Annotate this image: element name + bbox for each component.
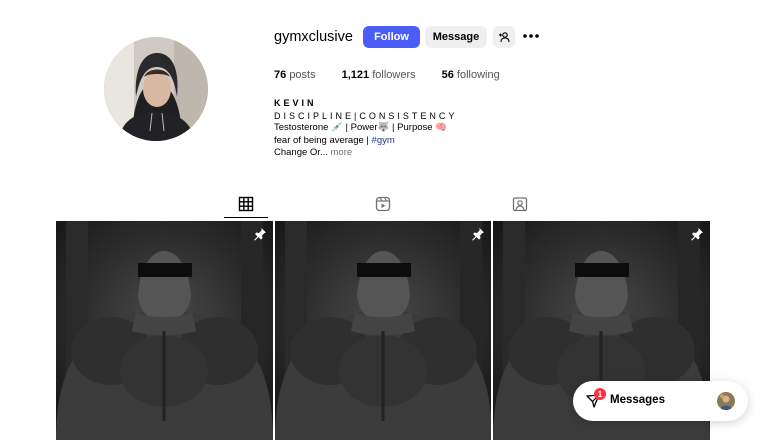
bio-more-link[interactable]: more <box>328 147 353 158</box>
wolf-emoji: 🐺 <box>377 122 390 133</box>
bio-name: KEVIN <box>274 98 317 108</box>
brain-emoji: 🧠 <box>435 122 448 133</box>
bio-text: Testosterone <box>274 122 332 133</box>
following-count: 56 <box>441 69 454 81</box>
follow-button[interactable]: Follow <box>363 26 420 48</box>
bio-line-1: DISCIPLINE|CONSISTENCY <box>274 110 458 121</box>
more-options-icon[interactable] <box>522 31 540 41</box>
messages-label: Messages <box>610 394 665 406</box>
active-tab-indicator <box>224 217 268 218</box>
bio-line-3: fear of being average | #gym <box>274 135 457 148</box>
followers-count: 1,121 <box>341 69 370 81</box>
messages-button[interactable]: 1 Messages <box>573 381 748 421</box>
posts-grid-icon[interactable] <box>238 196 254 212</box>
hashtag-link[interactable]: #gym <box>372 135 395 146</box>
post-thumbnail[interactable] <box>274 221 492 440</box>
tagged-icon[interactable] <box>512 196 528 212</box>
bio-text: | Power <box>342 122 378 133</box>
suggest-user-button[interactable] <box>493 26 515 48</box>
following-stat[interactable]: 56 following <box>442 69 500 81</box>
followers-label: followers <box>372 69 416 81</box>
following-label: following <box>456 69 500 81</box>
pinned-icon <box>472 228 485 241</box>
profile-username: gymxclusive <box>274 29 353 45</box>
posts-stat: 76 posts <box>274 69 316 81</box>
profile-stats: 76 posts 1,121 followers 56 following <box>274 69 526 81</box>
profile-avatar[interactable] <box>104 37 208 141</box>
followers-stat[interactable]: 1,121 followers <box>342 69 416 81</box>
pinned-icon <box>253 228 266 241</box>
bio-text: Change Or... <box>274 147 328 158</box>
syringe-emoji: 💉 <box>331 122 343 133</box>
pinned-icon <box>690 228 703 241</box>
bio-text: fear of being average | <box>274 134 372 146</box>
bio-text: | Purpose <box>389 122 436 133</box>
profile-tabs <box>56 188 710 218</box>
profile-bio: KEVIN DISCIPLINE|CONSISTENCY Testosteron… <box>274 97 457 160</box>
post-image <box>274 221 492 440</box>
reels-icon[interactable] <box>375 196 391 212</box>
bio-line-2: Testosterone 💉 | Power🐺 | Purpose 🧠 <box>274 122 457 135</box>
unread-badge: 1 <box>594 388 606 400</box>
bio-line-4: Change Or... more <box>274 147 457 160</box>
message-button[interactable]: Message <box>425 26 487 48</box>
post-image <box>56 221 273 440</box>
add-person-icon <box>499 32 510 43</box>
posts-count: 76 <box>274 69 287 81</box>
recent-chat-avatar <box>717 392 735 410</box>
post-thumbnail[interactable] <box>56 221 273 440</box>
posts-label: posts <box>289 69 316 81</box>
